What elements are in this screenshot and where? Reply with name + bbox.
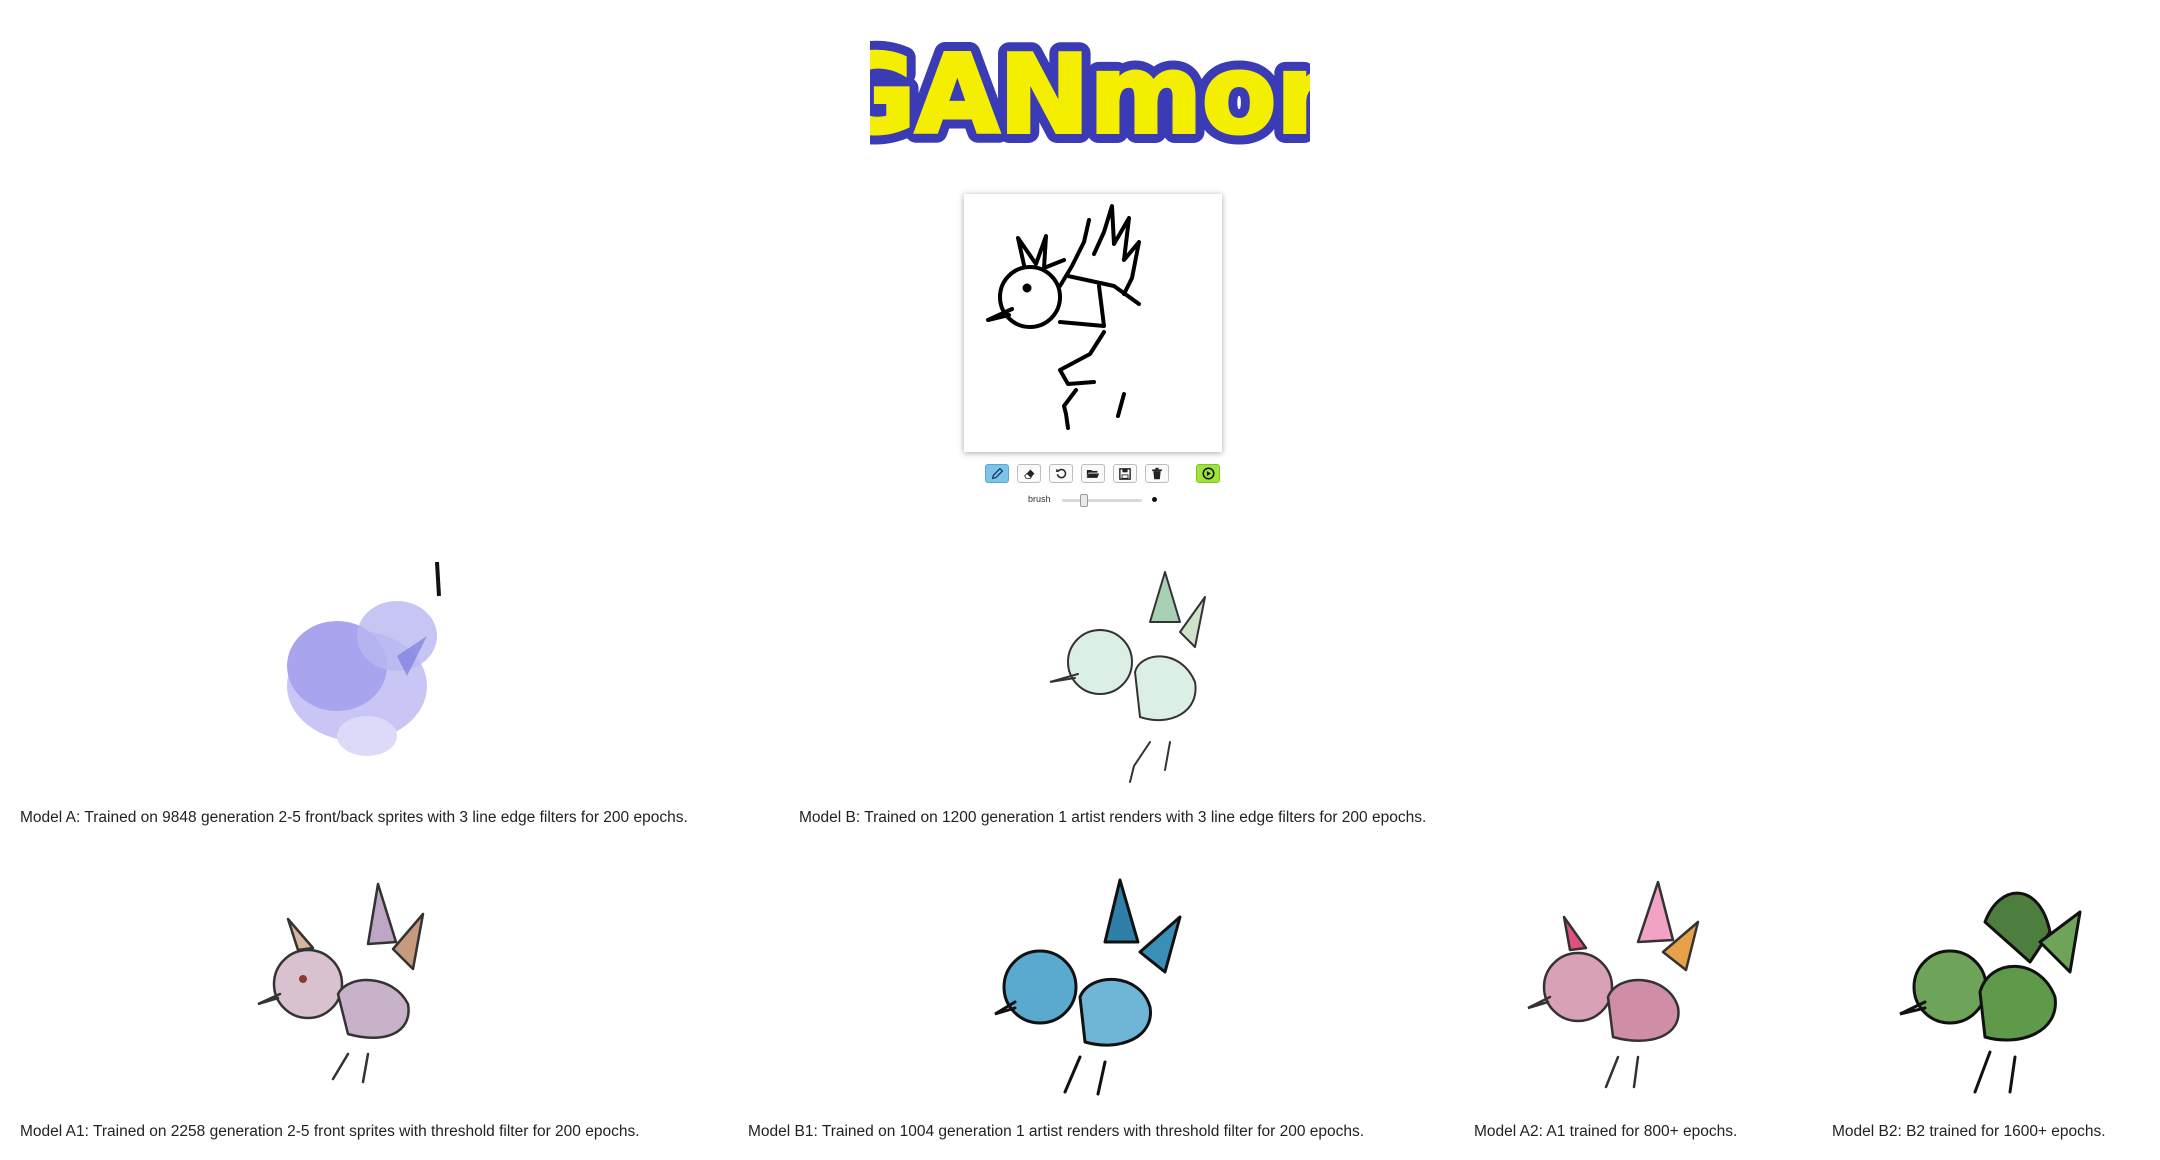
ganmon-logo: GANmon GANmon [870, 22, 1310, 169]
eraser-icon [1023, 469, 1034, 479]
result-image-model-b1 [980, 862, 1200, 1107]
drawing-toolbar [985, 464, 1220, 486]
undo-icon [1055, 468, 1066, 479]
sketch-drawing [986, 204, 1141, 430]
result-image-model-a [247, 556, 487, 786]
play-circle-icon [1201, 467, 1215, 480]
slider-handle[interactable] [1080, 494, 1088, 507]
caption-model-b2: Model B2: B2 trained for 1600+ epochs. [1832, 1123, 2106, 1140]
result-image-model-a1 [218, 864, 463, 1104]
brush-preview-dot [1152, 497, 1157, 502]
brush-label: brush [1028, 494, 1051, 504]
eraser-tool-button[interactable] [1017, 464, 1041, 483]
clear-canvas-button[interactable] [1145, 464, 1169, 483]
save-icon [1119, 467, 1131, 480]
caption-model-a1: Model A1: Trained on 2258 generation 2-5… [20, 1123, 640, 1140]
save-button[interactable] [1113, 464, 1137, 483]
svg-text:GANmon: GANmon [870, 33, 1310, 158]
brush-size-slider[interactable] [1062, 494, 1142, 507]
caption-model-b1: Model B1: Trained on 1004 generation 1 a… [748, 1123, 1365, 1140]
open-file-button[interactable] [1081, 464, 1105, 483]
caption-model-b: Model B: Trained on 1200 generation 1 ar… [799, 809, 1427, 826]
drawing-canvas[interactable] [964, 194, 1222, 452]
undo-button[interactable] [1049, 464, 1073, 483]
caption-model-a2: Model A2: A1 trained for 800+ epochs. [1474, 1123, 1738, 1140]
result-image-model-b [1030, 552, 1250, 792]
generate-button[interactable] [1196, 464, 1220, 483]
pencil-icon [991, 467, 1003, 480]
pencil-tool-button[interactable] [985, 464, 1009, 483]
folder-open-icon [1086, 470, 1100, 478]
caption-model-a: Model A: Trained on 9848 generation 2-5 … [20, 809, 688, 826]
trash-icon [1152, 467, 1162, 480]
result-image-model-a2 [1488, 862, 1728, 1107]
brush-size-control: brush [1028, 492, 1168, 508]
result-image-model-b2 [1880, 862, 2110, 1107]
